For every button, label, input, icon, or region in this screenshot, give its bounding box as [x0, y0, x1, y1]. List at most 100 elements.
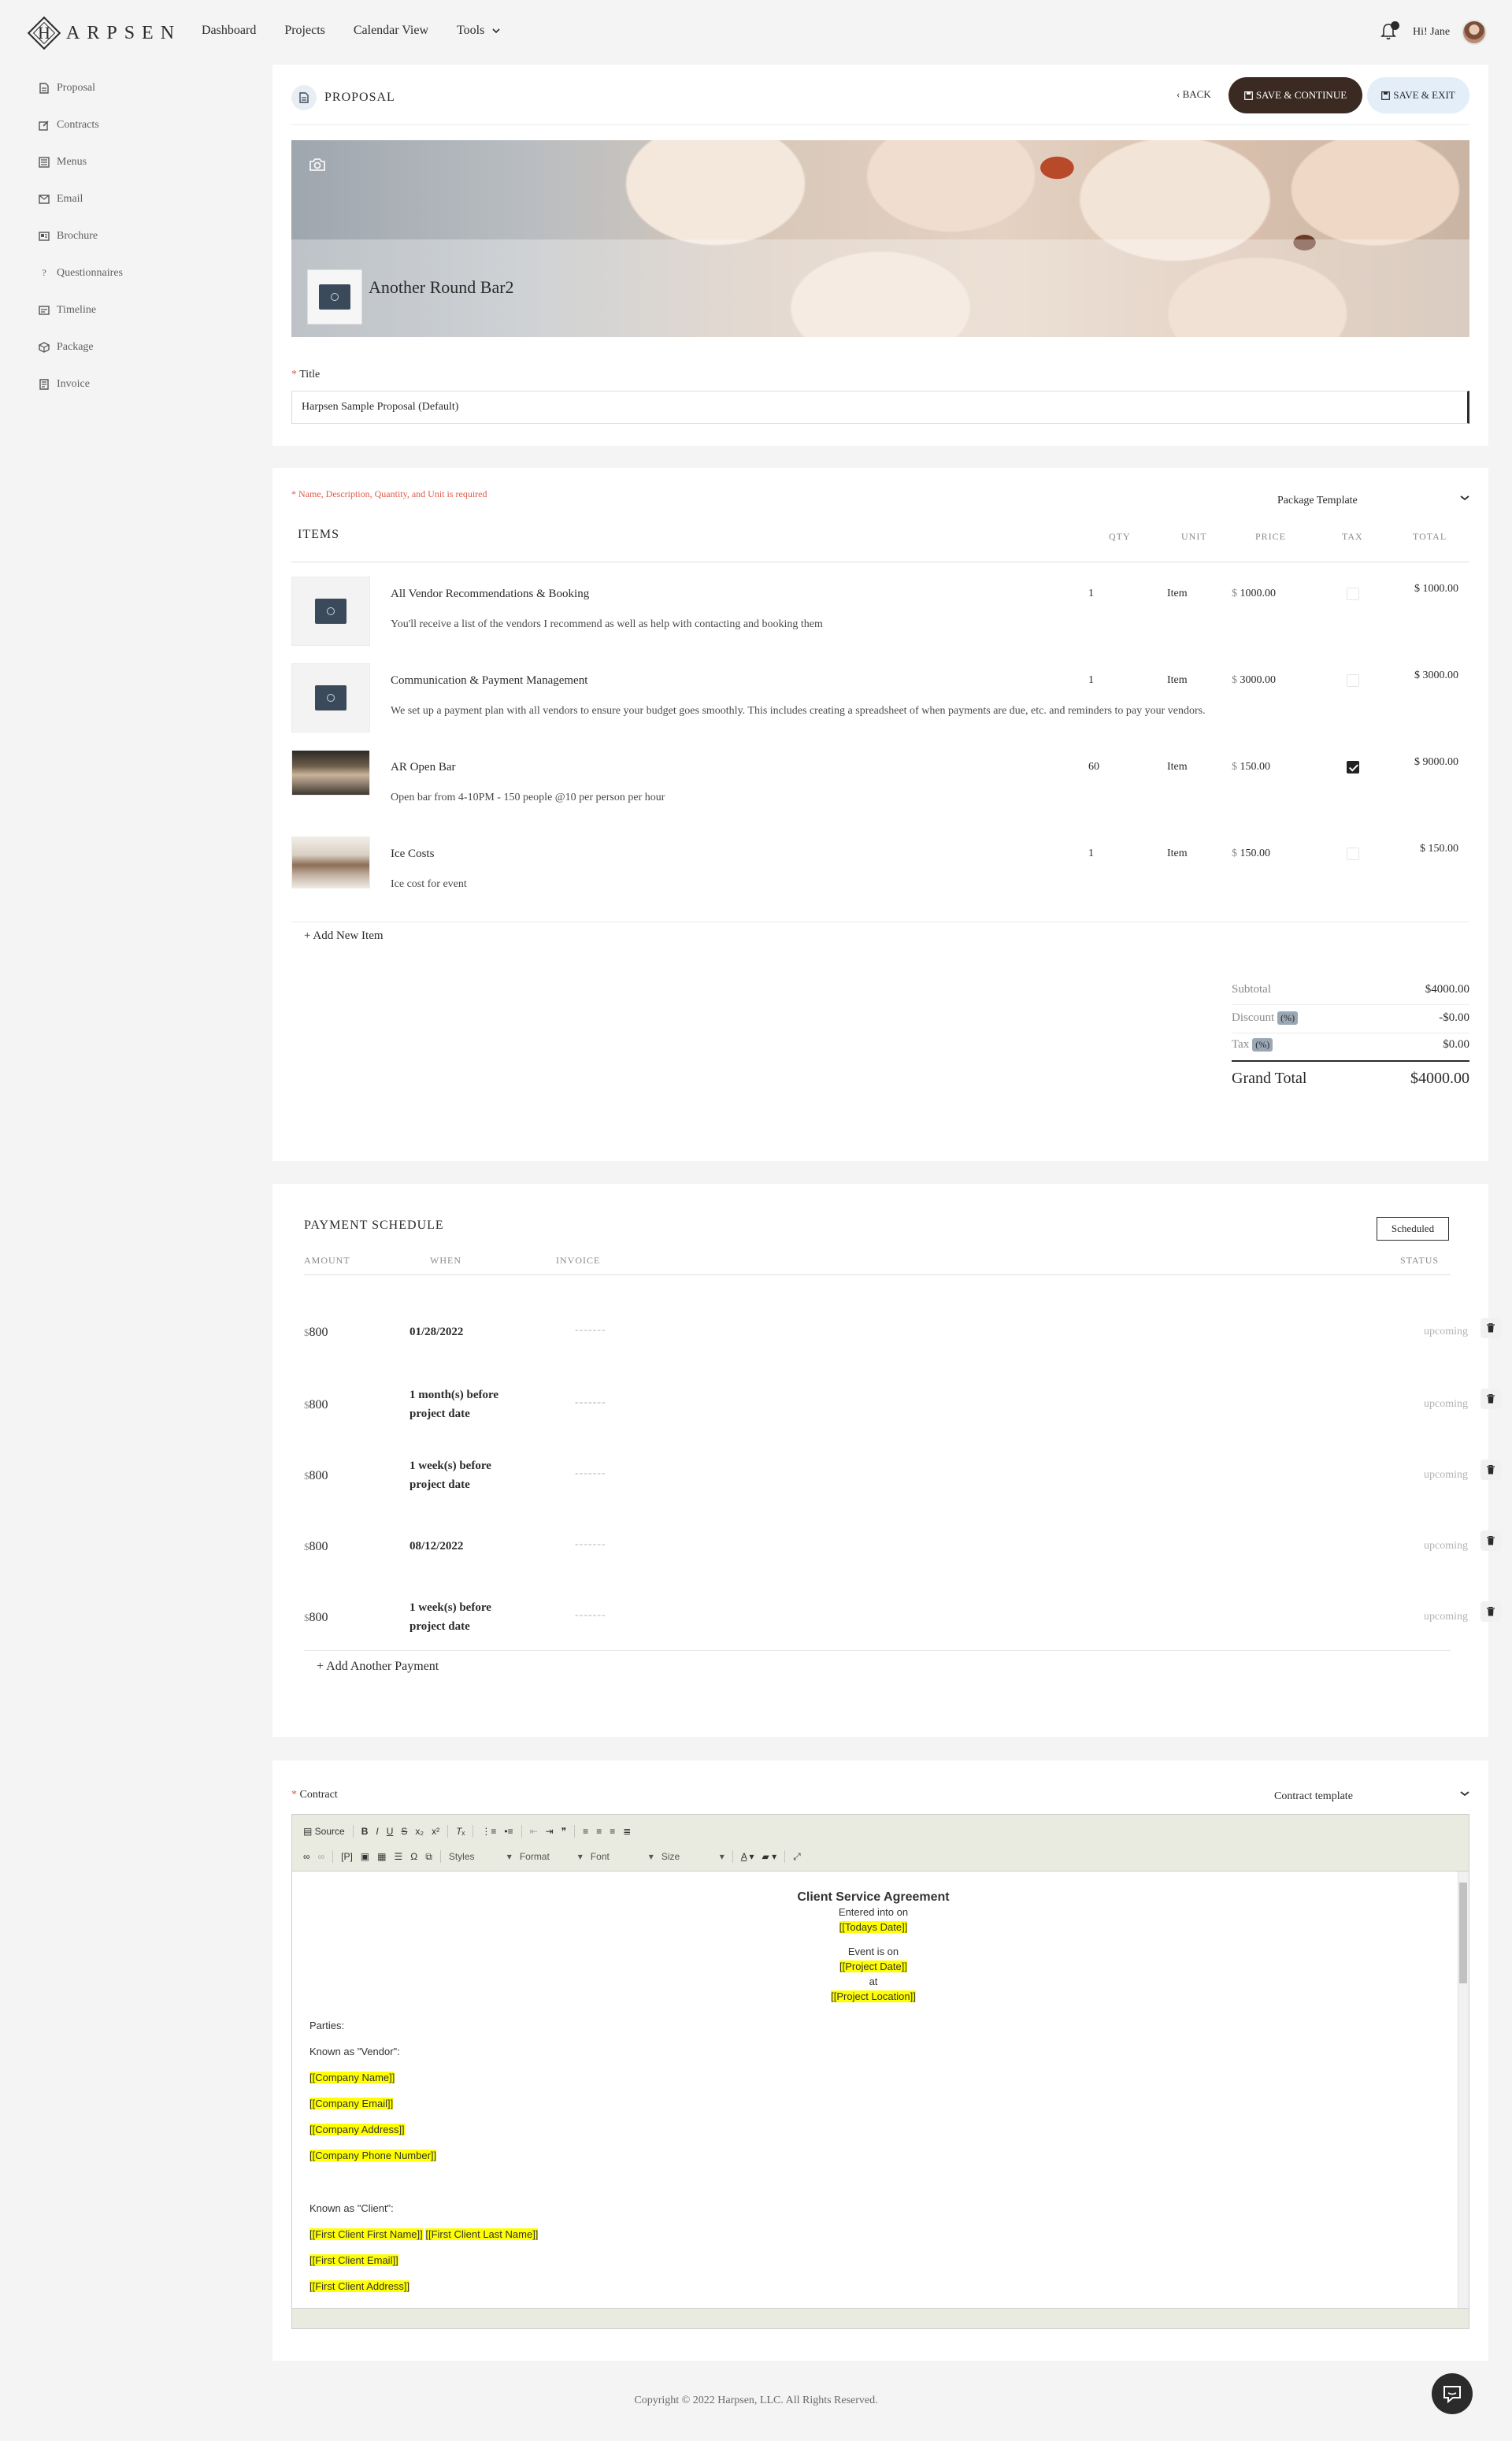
trash-icon[interactable]	[1480, 1530, 1501, 1551]
bg-color-icon[interactable]: ▰ ▾	[762, 1851, 777, 1862]
item-description[interactable]: We set up a payment plan with all vendor…	[391, 705, 1206, 718]
item-price[interactable]: $ 1000.00	[1232, 588, 1276, 600]
merge-field[interactable]: [[First Client Last Name]]	[425, 2228, 539, 2240]
placeholder-icon[interactable]: [P]	[341, 1851, 353, 1862]
item-price[interactable]: $ 150.00	[1232, 761, 1270, 773]
avatar[interactable]	[1462, 20, 1487, 45]
special-char-icon[interactable]: Ω	[410, 1851, 417, 1862]
payment-amount[interactable]: $800	[304, 1469, 328, 1483]
format-dropdown[interactable]: Format ▾	[520, 1851, 583, 1862]
percent-toggle[interactable]: (%)	[1252, 1038, 1273, 1052]
title-input[interactable]	[291, 391, 1469, 424]
unlink-icon[interactable]: ∞	[318, 1851, 325, 1862]
indent-button[interactable]: ⇥	[546, 1826, 554, 1837]
scheduled-button[interactable]: Scheduled	[1377, 1217, 1449, 1241]
item-unit[interactable]: Item	[1167, 588, 1188, 600]
item-photo-bar[interactable]	[291, 750, 370, 796]
image-icon[interactable]: ▣	[361, 1851, 369, 1862]
bold-button[interactable]: B	[361, 1826, 369, 1837]
item-qty[interactable]: 60	[1088, 761, 1099, 773]
sidebar-item-brochure[interactable]: Brochure	[38, 217, 227, 254]
superscript-button[interactable]: x²	[432, 1826, 439, 1837]
item-qty[interactable]: 1	[1088, 674, 1094, 687]
add-item-button[interactable]: + Add New Item	[304, 929, 384, 943]
align-right-button[interactable]: ≡	[610, 1826, 615, 1837]
nav-dashboard[interactable]: Dashboard	[202, 24, 256, 38]
sidebar-item-proposal[interactable]: Proposal	[38, 69, 227, 106]
payment-row[interactable]: $800 1 week(s) before project date -----…	[304, 1456, 1501, 1527]
contract-document[interactable]: Client Service Agreement Entered into on…	[292, 1872, 1469, 2308]
clear-format-button[interactable]: Tₓ	[456, 1826, 465, 1837]
rich-text-editor[interactable]: ▤ Source B I U S x₂ x² Tₓ ⋮≡ •≡ ⇤ ⇥ ❞ ≡ …	[291, 1814, 1469, 2329]
user-greeting[interactable]: Hi! Jane	[1413, 26, 1450, 39]
item-name[interactable]: All Vendor Recommendations & Booking	[391, 588, 589, 601]
item-image-placeholder[interactable]	[291, 577, 370, 646]
payment-amount[interactable]: $800	[304, 1540, 328, 1554]
align-center-button[interactable]: ≡	[596, 1826, 602, 1837]
item-unit[interactable]: Item	[1167, 674, 1188, 687]
item-unit[interactable]: Item	[1167, 761, 1188, 773]
item-image-placeholder[interactable]	[291, 663, 370, 733]
merge-field[interactable]: [[First Client Address]]	[309, 2280, 410, 2292]
merge-field[interactable]: [[Project Date]]	[839, 1961, 907, 1972]
payment-row[interactable]: $800 1 week(s) before project date -----…	[304, 1598, 1501, 1669]
item-qty[interactable]: 1	[1088, 588, 1094, 600]
nav-calendar-view[interactable]: Calendar View	[354, 24, 428, 38]
tax-row[interactable]: Tax (%) $0.00	[1232, 1038, 1469, 1062]
trash-icon[interactable]	[1480, 1601, 1501, 1622]
scrollbar-thumb[interactable]	[1459, 1883, 1467, 1983]
chat-button[interactable]	[1432, 2373, 1473, 2414]
package-template-select[interactable]: Package Template	[1277, 495, 1469, 507]
outdent-button[interactable]: ⇤	[530, 1826, 538, 1837]
back-button[interactable]: ‹ BACK	[1177, 88, 1211, 101]
source-button[interactable]: ▤ Source	[303, 1826, 345, 1837]
subscript-button[interactable]: x₂	[415, 1826, 424, 1837]
sidebar-item-menus[interactable]: Menus	[38, 143, 227, 180]
italic-button[interactable]: I	[376, 1826, 378, 1837]
trash-icon[interactable]	[1480, 1318, 1501, 1338]
styles-dropdown[interactable]: Styles ▾	[449, 1851, 512, 1862]
item-price[interactable]: $ 150.00	[1232, 848, 1270, 860]
item-row[interactable]: AR Open Bar Open bar from 4-10PM - 150 p…	[291, 748, 1469, 835]
merge-field[interactable]: [[Company Phone Number]]	[309, 2150, 437, 2161]
payment-row[interactable]: $800 08/12/2022 ------- upcoming	[304, 1527, 1501, 1598]
merge-field[interactable]: [[First Client First Name]]	[309, 2228, 423, 2240]
contract-template-select[interactable]: Contract template	[1274, 1790, 1469, 1803]
tax-checkbox[interactable]	[1347, 588, 1359, 600]
size-dropdown[interactable]: Size ▾	[662, 1851, 724, 1862]
payment-amount[interactable]: $800	[304, 1611, 328, 1625]
iframe-icon[interactable]: ⧉	[425, 1851, 432, 1863]
item-name[interactable]: Ice Costs	[391, 848, 434, 861]
sidebar-item-questionnaires[interactable]: ? Questionnaires	[38, 254, 227, 291]
merge-field[interactable]: [[Company Address]]	[309, 2124, 405, 2135]
merge-field[interactable]: [[Todays Date]]	[839, 1921, 908, 1933]
sidebar-item-email[interactable]: Email	[38, 180, 227, 217]
bullet-list-button[interactable]: •≡	[504, 1826, 513, 1837]
camera-icon[interactable]	[309, 158, 326, 172]
horizontal-rule-icon[interactable]: ☰	[394, 1851, 402, 1862]
item-name[interactable]: AR Open Bar	[391, 761, 456, 774]
table-icon[interactable]: ▦	[377, 1851, 386, 1862]
cover-logo-placeholder[interactable]	[307, 269, 362, 325]
payment-amount[interactable]: $800	[304, 1326, 328, 1340]
percent-toggle[interactable]: (%)	[1277, 1011, 1299, 1025]
trash-icon[interactable]	[1480, 1460, 1501, 1480]
underline-button[interactable]: U	[387, 1826, 394, 1837]
font-dropdown[interactable]: Font ▾	[591, 1851, 654, 1862]
strike-button[interactable]: S	[401, 1826, 407, 1837]
sidebar-item-contracts[interactable]: Contracts	[38, 106, 227, 143]
justify-button[interactable]: ≣	[623, 1826, 631, 1837]
item-qty[interactable]: 1	[1088, 848, 1094, 860]
sidebar-item-invoice[interactable]: Invoice	[38, 365, 227, 403]
merge-field[interactable]: [[Company Name]]	[309, 2072, 395, 2083]
item-row[interactable]: Communication & Payment Management We se…	[291, 662, 1469, 748]
merge-field[interactable]: [[First Client Email]]	[309, 2254, 398, 2266]
item-name[interactable]: Communication & Payment Management	[391, 674, 587, 688]
save-exit-button[interactable]: SAVE & EXIT	[1367, 77, 1469, 113]
maximize-icon[interactable]: ⤢	[793, 1851, 801, 1863]
nav-projects[interactable]: Projects	[284, 24, 325, 38]
item-description[interactable]: Open bar from 4-10PM - 150 people @10 pe…	[391, 792, 665, 804]
logo[interactable]: H ARPSEN	[27, 14, 181, 52]
item-row[interactable]: Ice Costs Ice cost for event 1 Item $ 15…	[291, 835, 1469, 922]
payment-when[interactable]: 1 month(s) before project date	[410, 1386, 528, 1423]
